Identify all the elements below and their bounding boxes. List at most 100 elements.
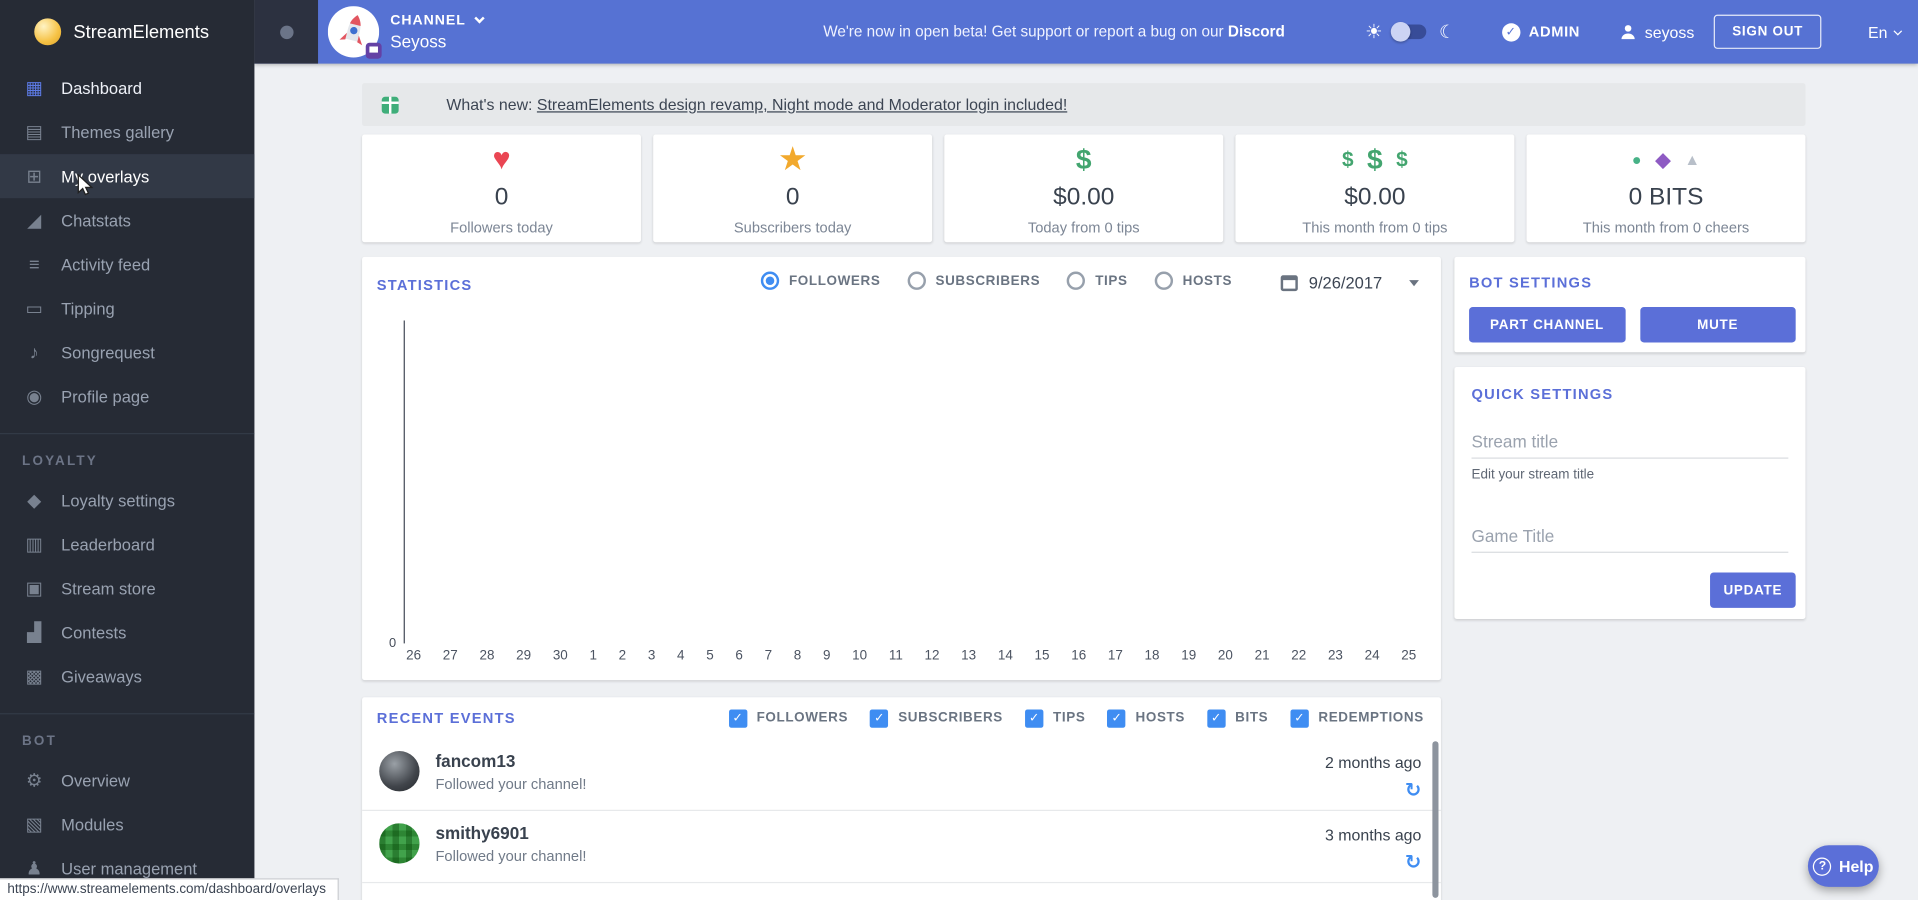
discord-link[interactable]: Discord <box>1228 23 1285 40</box>
stat-card-value: 0 <box>494 183 509 211</box>
theme-toggle[interactable] <box>1391 22 1427 42</box>
radio-button-icon <box>760 271 780 290</box>
x-tick-label: 29 <box>516 648 532 663</box>
sidebar-item-label: Leaderboard <box>61 535 155 554</box>
events-scrollbar-thumb[interactable] <box>1432 741 1439 898</box>
admin-button[interactable]: ✓ ADMIN <box>1501 22 1580 41</box>
sidebar-item[interactable]: ▟ Contests <box>0 610 254 654</box>
event-filter-checkbox[interactable]: TIPS <box>1024 708 1085 728</box>
replay-event-icon[interactable]: ↻ <box>1405 778 1421 802</box>
bot-overview-icon: ⚙ <box>26 770 43 792</box>
sign-out-button[interactable]: SIGN OUT <box>1713 14 1822 49</box>
sidebar-item-label: Profile page <box>61 387 150 406</box>
user-menu[interactable]: seyoss <box>1619 23 1694 41</box>
stat-card: ● ◆ ▲ 0 BITS This month from 0 cheers <box>1526 134 1806 243</box>
dollar-small-icon: $ <box>1396 147 1408 171</box>
toggle-knob <box>1391 22 1411 42</box>
themes-gallery-icon: ▤ <box>25 122 43 144</box>
header-actions: ☀ ☾ ✓ ADMIN seyoss SIGN OUT En <box>1365 14 1918 49</box>
sidebar-item[interactable]: ≡ Activity feed <box>0 242 254 286</box>
stream-title-input[interactable] <box>1471 424 1789 459</box>
overlays-icon: ⊞ <box>26 166 42 188</box>
radio-button-icon <box>1067 271 1086 290</box>
help-button[interactable]: ? Help <box>1807 845 1879 887</box>
part-channel-button[interactable]: PART CHANNEL <box>1469 307 1626 343</box>
contests-icon: ▟ <box>27 622 42 644</box>
sidebar-item[interactable]: ▭ Tipping <box>0 286 254 330</box>
sidebar-item[interactable]: ◢ Chatstats <box>0 198 254 242</box>
x-tick-label: 27 <box>442 648 458 663</box>
stat-card-icons: $ $ $ <box>1342 141 1408 178</box>
stat-card-label: This month from 0 cheers <box>1582 218 1750 237</box>
series-radio-option[interactable]: SUBSCRIBERS <box>907 271 1040 290</box>
songrequest-icon: ♪ <box>29 341 39 363</box>
sidebar: StreamElements ▦ Dashboard ▤ Themes gall… <box>0 0 255 900</box>
event-meta: 3 months ago ↻ <box>1325 823 1421 874</box>
sidebar-item[interactable]: ▣ Stream store <box>0 566 254 610</box>
beta-message: We're now in open beta! Get support or r… <box>823 0 1285 64</box>
checkbox-icon <box>1207 708 1226 728</box>
event-filter-checkbox[interactable]: REDEMPTIONS <box>1290 708 1424 728</box>
date-picker[interactable]: 9/26/2017 <box>1280 274 1419 292</box>
event-filter-checkbox[interactable]: SUBSCRIBERS <box>870 708 1003 728</box>
update-button[interactable]: UPDATE <box>1710 572 1796 608</box>
channel-selector[interactable]: CHANNEL Seyoss <box>327 6 485 59</box>
sidebar-item-label: Themes gallery <box>61 122 175 142</box>
activity-feed-icon: ≡ <box>28 253 40 275</box>
event-filter-checkbox[interactable]: HOSTS <box>1107 708 1185 728</box>
streamelements-logo[interactable]: StreamElements <box>0 0 254 64</box>
series-radio-option[interactable]: TIPS <box>1067 271 1127 290</box>
series-radio-option[interactable]: HOSTS <box>1154 271 1232 290</box>
x-tick-label: 22 <box>1291 648 1307 663</box>
x-tick-label: 10 <box>852 648 868 663</box>
game-title-input[interactable] <box>1471 518 1789 553</box>
stat-card: $ $ $ $0.00 This month from 0 tips <box>1235 134 1515 243</box>
streamelements-logo-icon <box>34 18 62 46</box>
stream-store-icon: ▣ <box>25 578 43 600</box>
event-info: smithy6901 Followed your channel! <box>435 823 586 865</box>
chevron-down-icon <box>474 13 485 24</box>
statistics-panel: STATISTICS FOLLOWERS SUBSCRIBERS TIPS HO… <box>362 256 1441 681</box>
whats-new-text: What's new: StreamElements design revamp… <box>411 77 1067 132</box>
sidebar-item[interactable]: ▥ Leaderboard <box>0 522 254 566</box>
sidebar-main-nav: ▦ Dashboard ▤ Themes gallery ⊞ My overla… <box>0 66 255 418</box>
sidebar-item[interactable]: ⊞ My overlays <box>0 154 255 199</box>
sidebar-item[interactable]: ▤ Themes gallery <box>0 110 254 154</box>
sidebar-item[interactable]: ◆ Loyalty settings <box>0 478 254 522</box>
x-tick-label: 12 <box>924 648 940 663</box>
recent-events-title: RECENT EVENTS <box>376 709 516 727</box>
sidebar-section-items: ◆ Loyalty settings ▥ Leaderboard ▣ Strea… <box>0 478 254 698</box>
sidebar-item[interactable]: ⚙ Overview <box>0 758 254 802</box>
star-icon: ★ <box>777 140 808 177</box>
stat-card-label: Followers today <box>450 218 553 237</box>
radio-button-icon <box>1154 271 1173 290</box>
event-filter-checkbox[interactable]: FOLLOWERS <box>728 708 848 728</box>
statistics-chart: 0 26 27 28 29 30 1 2 3 4 5 6 7 8 9 10 11 12 13 14 15 16 17 18 1… <box>387 316 1424 663</box>
event-filter-label: HOSTS <box>1135 710 1185 726</box>
sidebar-item[interactable]: ▦ Dashboard <box>0 66 254 110</box>
replay-event-icon[interactable]: ↻ <box>1405 850 1421 874</box>
event-username: fancom13 <box>435 751 516 771</box>
language-selector[interactable]: En <box>1868 23 1903 41</box>
checkbox-icon <box>1024 708 1044 728</box>
header-username: seyoss <box>1644 22 1695 41</box>
sidebar-item[interactable]: ▧ Modules <box>0 802 254 846</box>
whats-new-link[interactable]: StreamElements design revamp, Night mode… <box>537 95 1067 113</box>
stat-card-icons: $ <box>1076 141 1092 178</box>
series-radio-option[interactable]: FOLLOWERS <box>760 271 881 290</box>
event-filter-checkbox[interactable]: BITS <box>1207 708 1268 728</box>
logo-text: StreamElements <box>73 21 210 43</box>
sidebar-item[interactable]: ♪ Songrequest <box>0 330 254 374</box>
mute-button[interactable]: MUTE <box>1639 307 1796 343</box>
stat-card-value: 0 BITS <box>1628 183 1704 211</box>
x-tick-label: 25 <box>1401 648 1417 663</box>
checkbox-icon <box>870 708 889 728</box>
sidebar-item-label: Contests <box>61 623 127 642</box>
bot-settings-title: BOT SETTINGS <box>1469 273 1593 292</box>
sidebar-item[interactable]: ▩ Giveaways <box>0 654 254 698</box>
x-tick-label: 21 <box>1254 648 1270 663</box>
sidebar-item[interactable]: ◉ Profile page <box>0 374 254 418</box>
sidebar-item-label: Stream store <box>61 579 156 598</box>
quick-settings-title: QUICK SETTINGS <box>1471 385 1614 403</box>
sidebar-item-label: Overview <box>61 771 130 790</box>
